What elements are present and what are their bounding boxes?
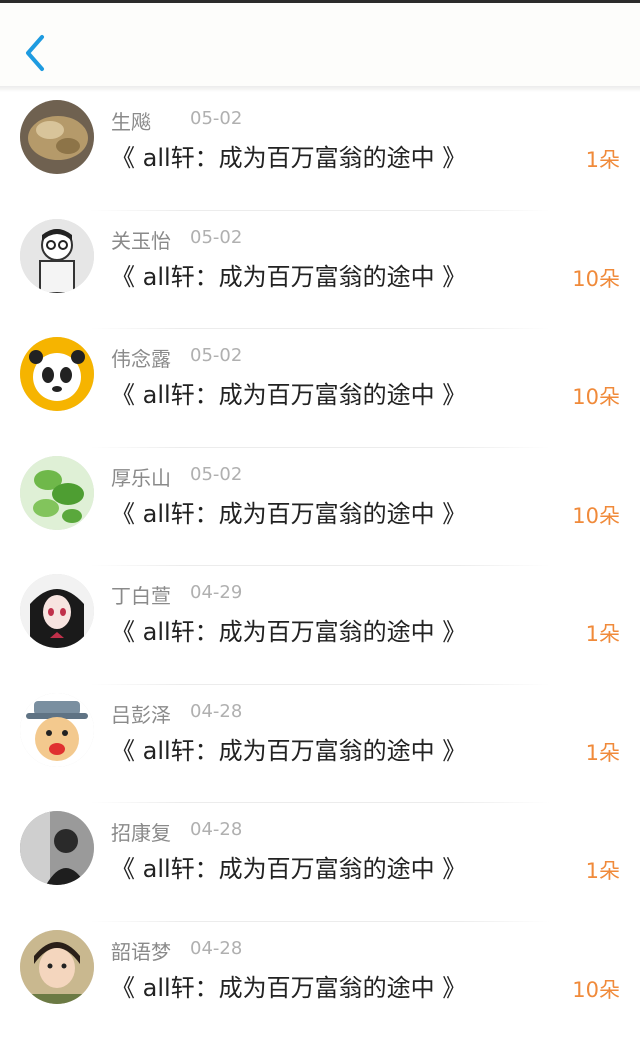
avatar[interactable] — [20, 811, 94, 885]
list-item[interactable]: 丁白萱 04-29 《 all轩：成为百万富翁的途中 》 1朵 — [0, 566, 640, 685]
list-item[interactable]: 韶语梦 04-28 《 all轩：成为百万富翁的途中 》 10朵 — [0, 922, 640, 1040]
avatar[interactable] — [20, 456, 94, 530]
list-item[interactable]: 关玉怡 05-02 《 all轩：成为百万富翁的途中 》 10朵 — [0, 211, 640, 330]
gift-date: 04-28 — [190, 701, 242, 722]
gift-date: 05-02 — [190, 227, 242, 248]
avatar[interactable] — [20, 693, 94, 767]
flower-count: 1朵 — [586, 855, 620, 885]
list-item[interactable]: 生飚 05-02 《 all轩：成为百万富翁的途中 》 1朵 — [0, 92, 640, 211]
user-name: 韶语梦 — [111, 936, 171, 965]
flower-count: 1朵 — [586, 618, 620, 648]
avatar[interactable] — [20, 219, 94, 293]
flower-count: 1朵 — [586, 737, 620, 767]
flower-count: 10朵 — [572, 500, 620, 530]
book-title[interactable]: 《 all轩：成为百万富翁的途中 》 — [111, 494, 466, 529]
list-item[interactable]: 吕彭泽 04-28 《 all轩：成为百万富翁的途中 》 1朵 — [0, 685, 640, 804]
gift-date: 05-02 — [190, 108, 242, 129]
user-name: 吕彭泽 — [111, 699, 171, 728]
book-title[interactable]: 《 all轩：成为百万富翁的途中 》 — [111, 731, 466, 766]
gift-date: 05-02 — [190, 464, 242, 485]
book-title[interactable]: 《 all轩：成为百万富翁的途中 》 — [111, 968, 466, 1003]
user-name: 招康复 — [111, 817, 171, 846]
book-title[interactable]: 《 all轩：成为百万富翁的途中 》 — [111, 849, 466, 884]
back-button[interactable] — [22, 33, 48, 73]
flower-count: 1朵 — [586, 144, 620, 174]
avatar[interactable] — [20, 930, 94, 1004]
list-item[interactable]: 招康复 04-28 《 all轩：成为百万富翁的途中 》 1朵 — [0, 803, 640, 922]
avatar[interactable] — [20, 574, 94, 648]
user-name: 伟念露 — [111, 343, 171, 372]
gift-list: 生飚 05-02 《 all轩：成为百万富翁的途中 》 1朵 关玉怡 05-02… — [0, 92, 640, 1040]
book-title[interactable]: 《 all轩：成为百万富翁的途中 》 — [111, 375, 466, 410]
gift-date: 04-28 — [190, 819, 242, 840]
flower-count: 10朵 — [572, 974, 620, 1004]
gift-date: 04-29 — [190, 582, 242, 603]
user-name: 丁白萱 — [111, 580, 171, 609]
user-name: 生飚 — [111, 106, 151, 135]
book-title[interactable]: 《 all轩：成为百万富翁的途中 》 — [111, 138, 466, 173]
flower-count: 10朵 — [572, 381, 620, 411]
book-title[interactable]: 《 all轩：成为百万富翁的途中 》 — [111, 612, 466, 647]
avatar[interactable] — [20, 337, 94, 411]
flower-count: 10朵 — [572, 263, 620, 293]
chevron-left-icon — [22, 33, 48, 73]
gift-date: 05-02 — [190, 345, 242, 366]
user-name: 厚乐山 — [111, 462, 171, 491]
list-item[interactable]: 厚乐山 05-02 《 all轩：成为百万富翁的途中 》 10朵 — [0, 448, 640, 567]
list-item[interactable]: 伟念露 05-02 《 all轩：成为百万富翁的途中 》 10朵 — [0, 329, 640, 448]
book-title[interactable]: 《 all轩：成为百万富翁的途中 》 — [111, 257, 466, 292]
gift-date: 04-28 — [190, 938, 242, 959]
avatar[interactable] — [20, 100, 94, 174]
user-name: 关玉怡 — [111, 225, 171, 254]
top-bar — [0, 0, 640, 90]
